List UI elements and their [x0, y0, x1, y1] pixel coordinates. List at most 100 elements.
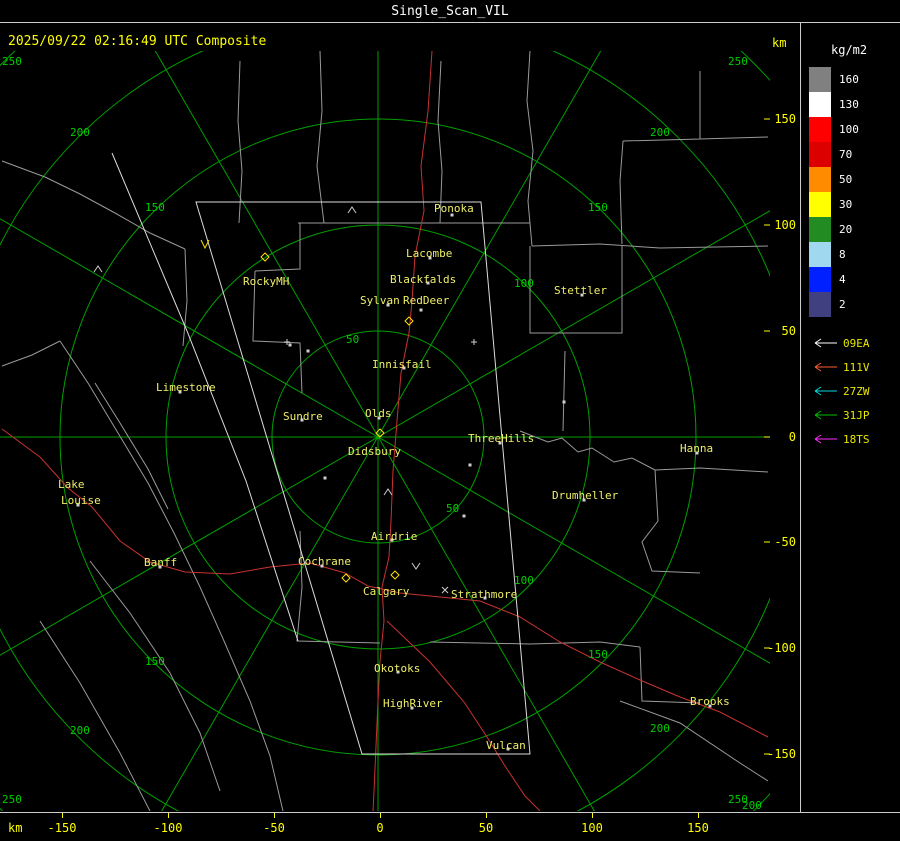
- scale-swatch: [809, 117, 831, 142]
- city-label: Louise: [61, 494, 101, 507]
- bottom-axis-tick-label: -150: [47, 821, 77, 835]
- city-label: HighRiver: [383, 697, 443, 710]
- scale-value: 100: [839, 123, 859, 136]
- bottom-axis: km -150 -100 -50 0 50 100 150: [0, 812, 900, 841]
- ring-label: 150: [145, 655, 165, 668]
- city-label: Airdrie: [371, 530, 417, 543]
- ring-label: 150: [588, 201, 608, 214]
- city-label: Lake: [58, 478, 85, 491]
- site-id: 18TS: [843, 432, 870, 446]
- bottom-axis-tick-label: -100: [153, 821, 183, 835]
- site-id: 111V: [843, 360, 870, 374]
- scale-value: 8: [839, 248, 846, 261]
- city-label: ThreeHills: [468, 432, 534, 445]
- bottom-axis-tick: [698, 813, 699, 818]
- radar-sites-legend: 09EA 111V 27ZW 31JP 18TS: [807, 331, 900, 451]
- city-label: Didsbury: [348, 445, 401, 458]
- bottom-axis-tick-label: 50: [478, 821, 494, 835]
- scale-row: 30: [809, 192, 900, 217]
- ring-label: 250: [728, 55, 748, 68]
- scale-value: 50: [839, 173, 853, 186]
- scale-swatch: [809, 67, 831, 92]
- scale-swatch: [809, 192, 831, 217]
- site-arrow-icon: [814, 434, 837, 444]
- city-label: Lacombe: [406, 247, 452, 260]
- scale-swatch: [809, 92, 831, 117]
- city-label: Limestone: [156, 381, 216, 394]
- city-label: Cochrane: [298, 555, 351, 568]
- scale-swatch: [809, 142, 831, 167]
- site-row: 09EA: [807, 331, 900, 355]
- scale-value: 4: [839, 273, 846, 286]
- city-label: Olds: [365, 407, 392, 420]
- city-label: Banff: [144, 556, 177, 569]
- scale-value: 70: [839, 148, 853, 161]
- city-label: Ponoka: [434, 202, 474, 215]
- site-arrow-icon: [814, 410, 837, 420]
- bottom-axis-tick: [62, 813, 63, 818]
- scale-row: 20: [809, 217, 900, 242]
- bottom-axis-unit: km: [8, 821, 23, 835]
- ring-label: 200: [742, 799, 762, 812]
- site-row: 31JP: [807, 403, 900, 427]
- city-label: Innisfail: [372, 358, 432, 371]
- scale-swatch: [809, 292, 831, 317]
- site-id: 09EA: [843, 336, 870, 350]
- ring-label: 50: [446, 502, 459, 515]
- site-row: 18TS: [807, 427, 900, 451]
- bottom-axis-tick: [486, 813, 487, 818]
- scale-value: 130: [839, 98, 859, 111]
- scale-row: 70: [809, 142, 900, 167]
- range-rings: [0, 51, 770, 811]
- city-label: Strathmore: [451, 588, 517, 601]
- city-label: Vulcan: [486, 739, 526, 752]
- scale-value: 30: [839, 198, 853, 211]
- bottom-axis-tick-label: 100: [581, 821, 603, 835]
- ring-label: 250: [2, 55, 22, 68]
- city-label: Blackfalds: [390, 273, 456, 286]
- site-arrow-icon: [814, 362, 837, 372]
- radar-plot-area: 2025/09/22 02:16:49 UTC Composite km 250…: [0, 23, 800, 812]
- scale-swatch: [809, 242, 831, 267]
- bottom-axis-tick-label: -50: [263, 821, 285, 835]
- ring-label: 200: [70, 126, 90, 139]
- city-label: Calgary: [363, 585, 410, 598]
- bottom-axis-tick-label: 150: [687, 821, 709, 835]
- city-label: RockyMH: [243, 275, 289, 288]
- bottom-axis-tick: [168, 813, 169, 818]
- radar-coverage-outline: [111, 152, 531, 755]
- right-axis-tick-label: 0: [789, 430, 796, 444]
- ring-label: 200: [650, 126, 670, 139]
- right-axis: 150 100 50 0 -50 -100 -150: [764, 112, 796, 761]
- site-row: 27ZW: [807, 379, 900, 403]
- scale-value: 2: [839, 298, 846, 311]
- right-axis-tick-label: -100: [767, 641, 796, 655]
- city-label: Stettler: [554, 284, 607, 297]
- ring-label: 150: [145, 201, 165, 214]
- titlebar: Single_Scan_VIL: [0, 0, 900, 23]
- bottom-axis-tick: [592, 813, 593, 818]
- scale-swatch: [809, 267, 831, 292]
- ring-label: 100: [514, 277, 534, 290]
- right-axis-tick-label: 150: [774, 112, 796, 126]
- city-label: Okotoks: [374, 662, 420, 675]
- legend-unit-label: kg/m2: [831, 43, 868, 57]
- scale-value: 20: [839, 223, 853, 236]
- ring-label: 200: [650, 722, 670, 735]
- scale-row: 130: [809, 92, 900, 117]
- ring-label: 200: [70, 724, 90, 737]
- scale-row: 50: [809, 167, 900, 192]
- city-label: RedDeer: [403, 294, 450, 307]
- azimuth-spokes: [0, 51, 770, 811]
- scale-row: 160: [809, 67, 900, 92]
- ring-label: 100: [514, 574, 534, 587]
- ring-label: 250: [2, 793, 22, 806]
- color-scale: 160 130 100 70 50 30 20 8 4 2: [809, 67, 900, 317]
- right-axis-tick-label: -150: [767, 747, 796, 761]
- ring-label: 150: [588, 648, 608, 661]
- site-id: 31JP: [843, 408, 870, 422]
- site-arrow-icon: [814, 386, 837, 396]
- radar-app-window: Single_Scan_VIL 2025/09/22 02:16:49 UTC …: [0, 0, 900, 841]
- legend-panel: kg/m2 160 130 100 70 50 30 20 8 4 2 09EA…: [800, 23, 900, 812]
- scale-value: 160: [839, 73, 859, 86]
